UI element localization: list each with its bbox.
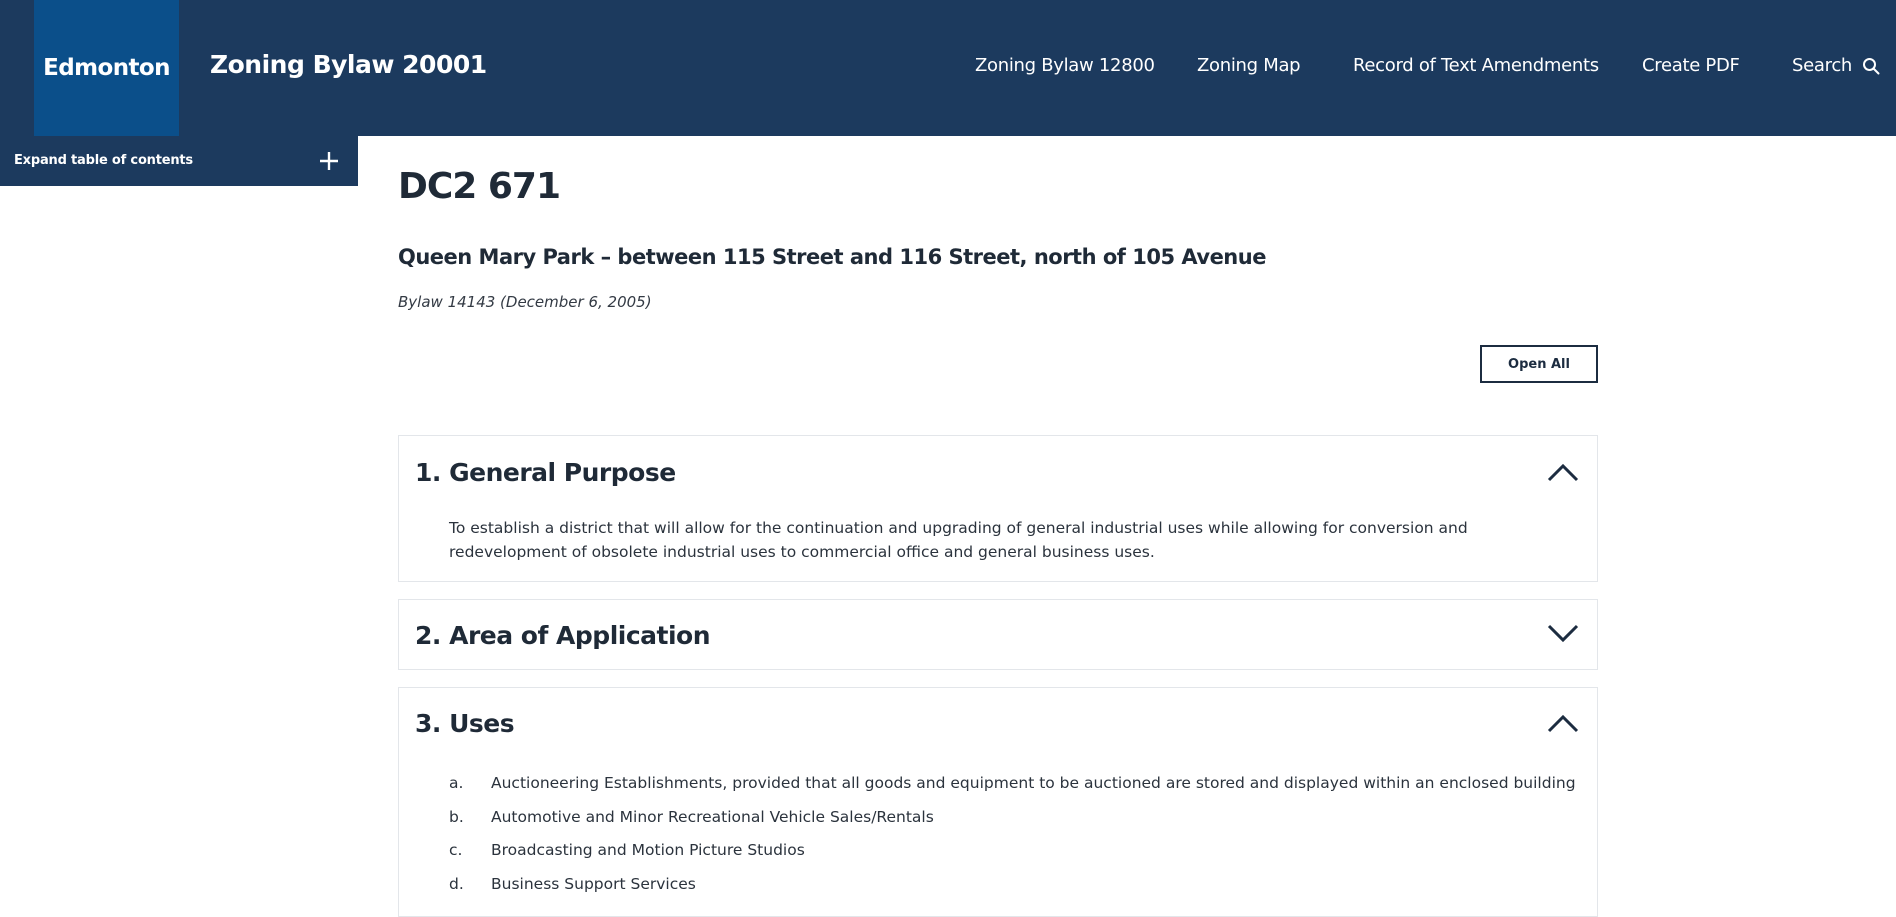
list-item: c. Broadcasting and Motion Picture Studi… — [449, 841, 1569, 875]
edmonton-logo[interactable]: Edmonton — [34, 0, 179, 136]
section-body: To establish a district that will allow … — [449, 519, 1468, 561]
list-item: a. Auctioneering Establishments, provide… — [449, 774, 1576, 808]
chevron-down-icon[interactable] — [1547, 624, 1579, 644]
list-item: d. Business Support Services — [449, 875, 1569, 909]
list-item-letter: c. — [449, 841, 463, 859]
list-item: b. Automotive and Minor Recreational Veh… — [449, 808, 1569, 842]
table-of-contents-toggle[interactable]: Expand table of contents — [0, 136, 358, 186]
section-general-purpose: 1. General Purpose To establish a distri… — [398, 435, 1598, 582]
section-heading[interactable]: 2. Area of Application — [415, 621, 711, 650]
page-title: DC2 671 — [398, 166, 561, 207]
list-item-text: Business Support Services — [491, 874, 696, 893]
section-heading[interactable]: 3. Uses — [415, 709, 515, 738]
search-icon — [1863, 57, 1880, 74]
nav-zoning-bylaw-12800[interactable]: Zoning Bylaw 12800 — [975, 55, 1155, 76]
logo-text: Edmonton — [43, 55, 170, 81]
chevron-up-icon[interactable] — [1547, 713, 1579, 733]
uses-list: a. Auctioneering Establishments, provide… — [449, 774, 1576, 909]
nav-zoning-map[interactable]: Zoning Map — [1197, 55, 1301, 76]
list-item-text: Automotive and Minor Recreational Vehicl… — [491, 807, 934, 826]
page-subtitle: Queen Mary Park – between 115 Street and… — [398, 245, 1266, 269]
plus-icon[interactable] — [318, 150, 340, 172]
list-item-letter: b. — [449, 807, 464, 826]
toc-label: Expand table of contents — [14, 153, 193, 168]
bylaw-reference: Bylaw 14143 (December 6, 2005) — [398, 293, 652, 311]
nav-create-pdf[interactable]: Create PDF — [1642, 55, 1740, 76]
site-header: Edmonton Zoning Bylaw 20001 Zoning Bylaw… — [0, 0, 1896, 136]
list-item-letter: a. — [449, 774, 464, 792]
chevron-up-icon[interactable] — [1547, 462, 1579, 482]
nav-search[interactable]: Search — [1792, 55, 1880, 76]
list-item-letter: d. — [449, 874, 464, 893]
site-title[interactable]: Zoning Bylaw 20001 — [210, 50, 487, 79]
section-heading[interactable]: 1. General Purpose — [415, 458, 676, 487]
list-item-text: Auctioneering Establishments, provided t… — [491, 774, 1576, 792]
section-area-of-application: 2. Area of Application — [398, 599, 1598, 670]
search-label: Search — [1792, 55, 1853, 76]
section-uses: 3. Uses a. Auctioneering Establishments,… — [398, 687, 1598, 917]
nav-record-of-text-amendments[interactable]: Record of Text Amendments — [1353, 55, 1599, 76]
open-all-button[interactable]: Open All — [1480, 345, 1598, 383]
list-item-text: Broadcasting and Motion Picture Studios — [491, 841, 805, 859]
